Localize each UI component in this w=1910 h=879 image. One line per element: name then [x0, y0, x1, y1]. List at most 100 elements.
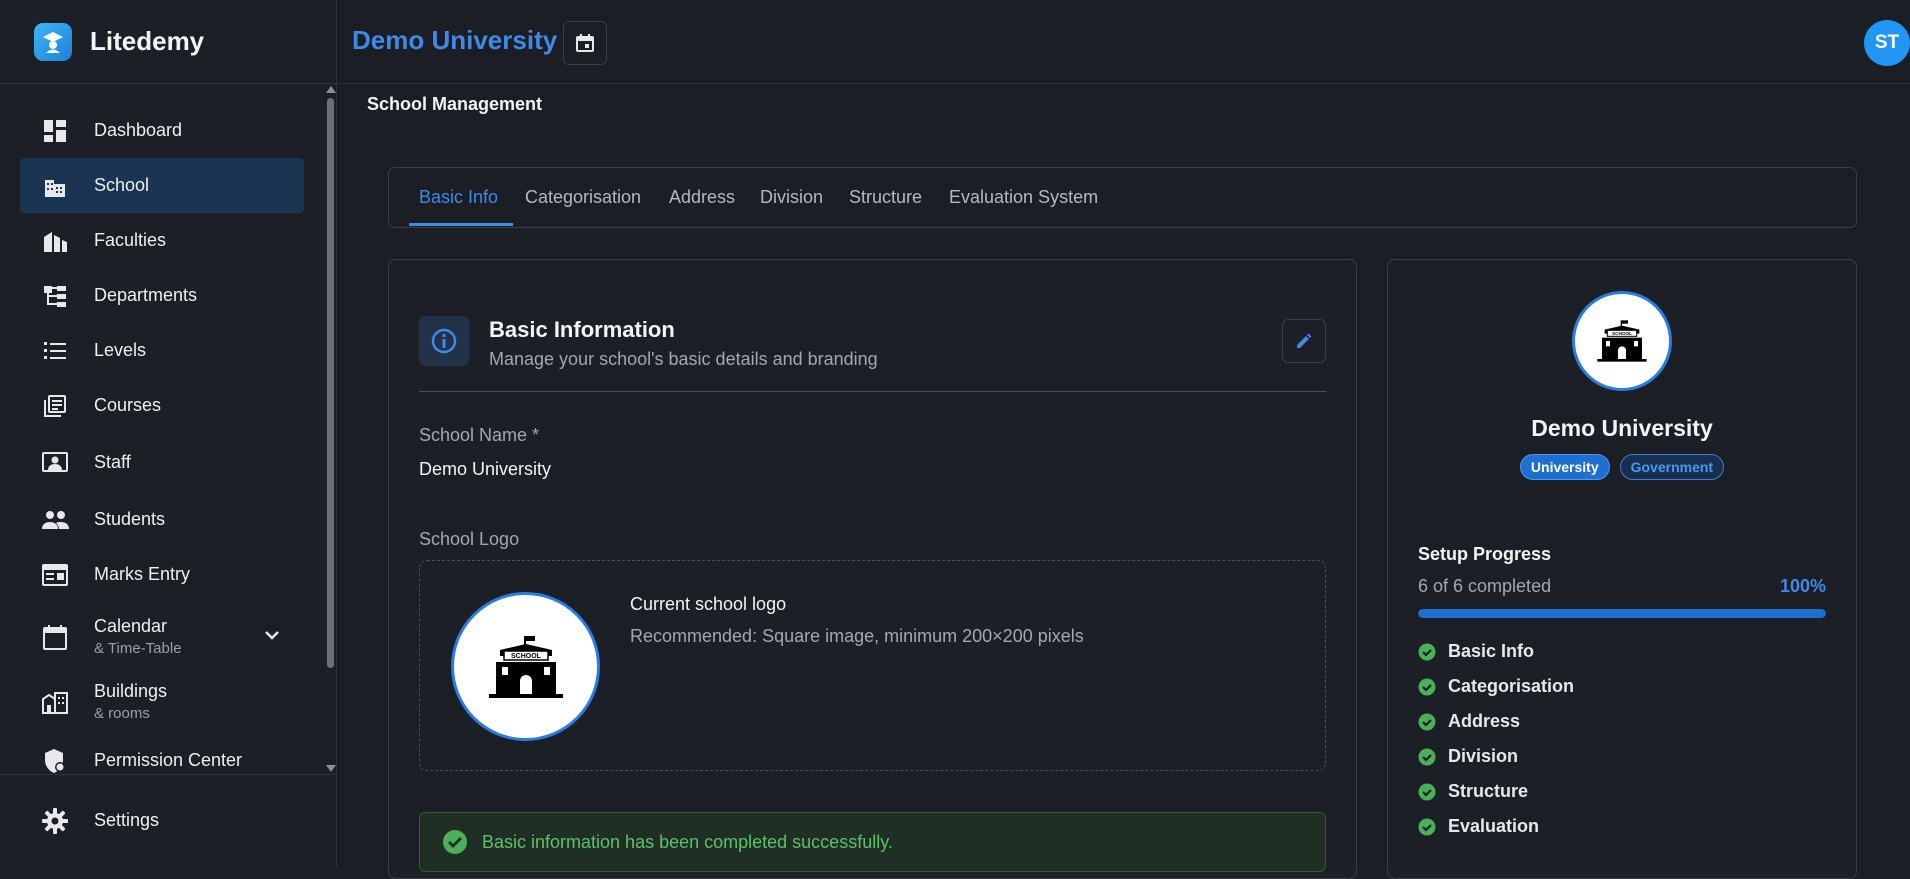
tab-evaluation-system[interactable]: Evaluation System	[949, 168, 1098, 227]
setup-progress-percent: 100%	[1779, 576, 1826, 596]
marks-entry-icon	[40, 560, 70, 590]
sidebar-item-sublabel: & rooms	[94, 705, 150, 722]
scroll-thumb[interactable]	[327, 98, 334, 668]
logo-upload-area[interactable]: SCHOOL Current school logo Recommended: …	[419, 560, 1326, 771]
school-tags: University Government	[1388, 454, 1856, 480]
sidebar-item-label: Buildings	[94, 681, 168, 701]
sidebar-scrollbar[interactable]	[325, 84, 337, 774]
school-name-label: School Name *	[419, 425, 540, 445]
active-tab-indicator	[409, 223, 513, 226]
success-alert: Basic information has been completed suc…	[419, 812, 1326, 872]
school-logo-label: School Logo	[419, 529, 520, 549]
school-name: Demo University	[1531, 415, 1713, 441]
sidebar-item-label: Departments	[94, 285, 198, 305]
scroll-down-arrow-icon[interactable]	[326, 765, 336, 772]
sidebar-item-label: School	[94, 175, 150, 195]
top-bar: Demo University ST	[338, 0, 1910, 84]
setup-progress-count: 6 of 6 completed	[1418, 576, 1552, 596]
sidebar-item-courses[interactable]: Courses	[20, 378, 304, 433]
section-subtitle: Manage your school's basic details and b…	[489, 349, 878, 369]
departments-icon	[40, 281, 70, 311]
step-label: Address	[1448, 711, 1521, 731]
page-title: School Management	[367, 94, 543, 114]
sidebar-item-marks-entry[interactable]: Marks Entry	[20, 547, 304, 602]
setup-progress-fill	[1418, 609, 1826, 618]
pencil-icon	[1297, 333, 1312, 348]
school-icon	[40, 171, 70, 201]
app-logo-icon	[34, 22, 72, 61]
step-evaluation: Evaluation	[1418, 816, 1539, 837]
divider	[419, 391, 1326, 392]
sidebar-item-label: Levels	[94, 340, 147, 360]
sidebar-item-students[interactable]: Students	[20, 492, 304, 547]
edit-button[interactable]	[1282, 319, 1326, 363]
tab-division[interactable]: Division	[760, 168, 823, 227]
step-categorisation: Categorisation	[1418, 676, 1574, 697]
setup-progress-bar	[1418, 609, 1826, 618]
check-circle-icon	[1418, 713, 1436, 730]
settings-label: Settings	[94, 810, 160, 830]
scroll-up-arrow-icon[interactable]	[326, 86, 336, 93]
sidebar-item-levels[interactable]: Levels	[20, 323, 304, 378]
levels-icon	[40, 336, 70, 366]
step-label: Division	[1448, 746, 1519, 766]
check-circle-icon	[1418, 678, 1436, 695]
gear-icon	[40, 806, 70, 836]
step-label: Categorisation	[1448, 676, 1575, 696]
step-basic-info: Basic Info	[1418, 641, 1534, 662]
tab-address[interactable]: Address	[669, 168, 735, 227]
shield-icon	[40, 746, 70, 775]
tab-categorisation[interactable]: Categorisation	[525, 168, 641, 227]
step-label: Structure	[1448, 781, 1529, 801]
chevron-down-icon[interactable]	[264, 627, 280, 648]
avatar[interactable]: ST	[1864, 20, 1910, 66]
sidebar-item-settings[interactable]: Settings	[20, 793, 304, 848]
calendar-button[interactable]	[563, 21, 607, 65]
sidebar-item-faculties[interactable]: Faculties	[20, 213, 304, 268]
faculties-icon	[40, 226, 70, 256]
brand[interactable]: Litedemy	[0, 0, 336, 84]
logo-hint: Recommended: Square image, minimum 200×2…	[630, 626, 1084, 646]
sidebar-item-label: Courses	[94, 395, 162, 415]
info-icon	[419, 316, 469, 366]
sidebar-item-staff[interactable]: Staff	[20, 435, 304, 490]
settings-section: Settings	[0, 774, 337, 867]
step-structure: Structure	[1418, 781, 1528, 802]
check-circle-icon	[1418, 818, 1436, 835]
sidebar-item-sublabel: & Time-Table	[94, 640, 182, 657]
staff-icon	[40, 448, 70, 478]
chip-university: University	[1519, 454, 1610, 480]
app-name: Litedemy	[90, 26, 205, 56]
step-division: Division	[1418, 746, 1518, 767]
basic-info-card: Basic Information Manage your school's b…	[388, 259, 1357, 879]
sidebar-item-buildings[interactable]: Buildings & rooms	[20, 674, 304, 729]
sidebar-item-school[interactable]: School	[20, 158, 304, 213]
sidebar: Litedemy Dashboard School Faculties Depa…	[0, 0, 337, 867]
school-avatar-logo: SCHOOL	[1572, 291, 1672, 391]
sidebar-item-label: Faculties	[94, 230, 167, 250]
sidebar-nav: Dashboard School Faculties Departments L…	[0, 84, 325, 774]
students-icon	[40, 505, 70, 535]
sidebar-item-permission-center[interactable]: Permission Center	[20, 733, 304, 774]
school-avatar-logo-text: SCHOOL	[1612, 331, 1632, 336]
check-circle-icon	[1418, 643, 1436, 660]
buildings-icon	[40, 687, 70, 717]
sidebar-item-departments[interactable]: Departments	[20, 268, 304, 323]
setup-progress-title: Setup Progress	[1418, 544, 1552, 564]
sidebar-item-label: Students	[94, 509, 166, 529]
step-address: Address	[1418, 711, 1520, 732]
sidebar-item-calendar[interactable]: Calendar & Time-Table	[20, 609, 304, 664]
check-circle-icon	[1418, 783, 1436, 800]
institution-title[interactable]: Demo University	[352, 25, 557, 56]
tab-basic-info[interactable]: Basic Info	[419, 168, 498, 227]
tab-structure[interactable]: Structure	[849, 168, 922, 227]
calendar-icon	[576, 34, 594, 52]
tab-bar: Basic Info Categorisation Address Divisi…	[388, 167, 1857, 228]
logo-current-label: Current school logo	[630, 594, 787, 614]
success-message: Basic information has been completed suc…	[482, 831, 893, 852]
dashboard-icon	[40, 116, 70, 146]
courses-icon	[40, 391, 70, 421]
sidebar-item-dashboard[interactable]: Dashboard	[20, 103, 304, 158]
step-label: Basic Info	[1448, 641, 1535, 661]
school-logo-image: SCHOOL	[451, 592, 600, 741]
